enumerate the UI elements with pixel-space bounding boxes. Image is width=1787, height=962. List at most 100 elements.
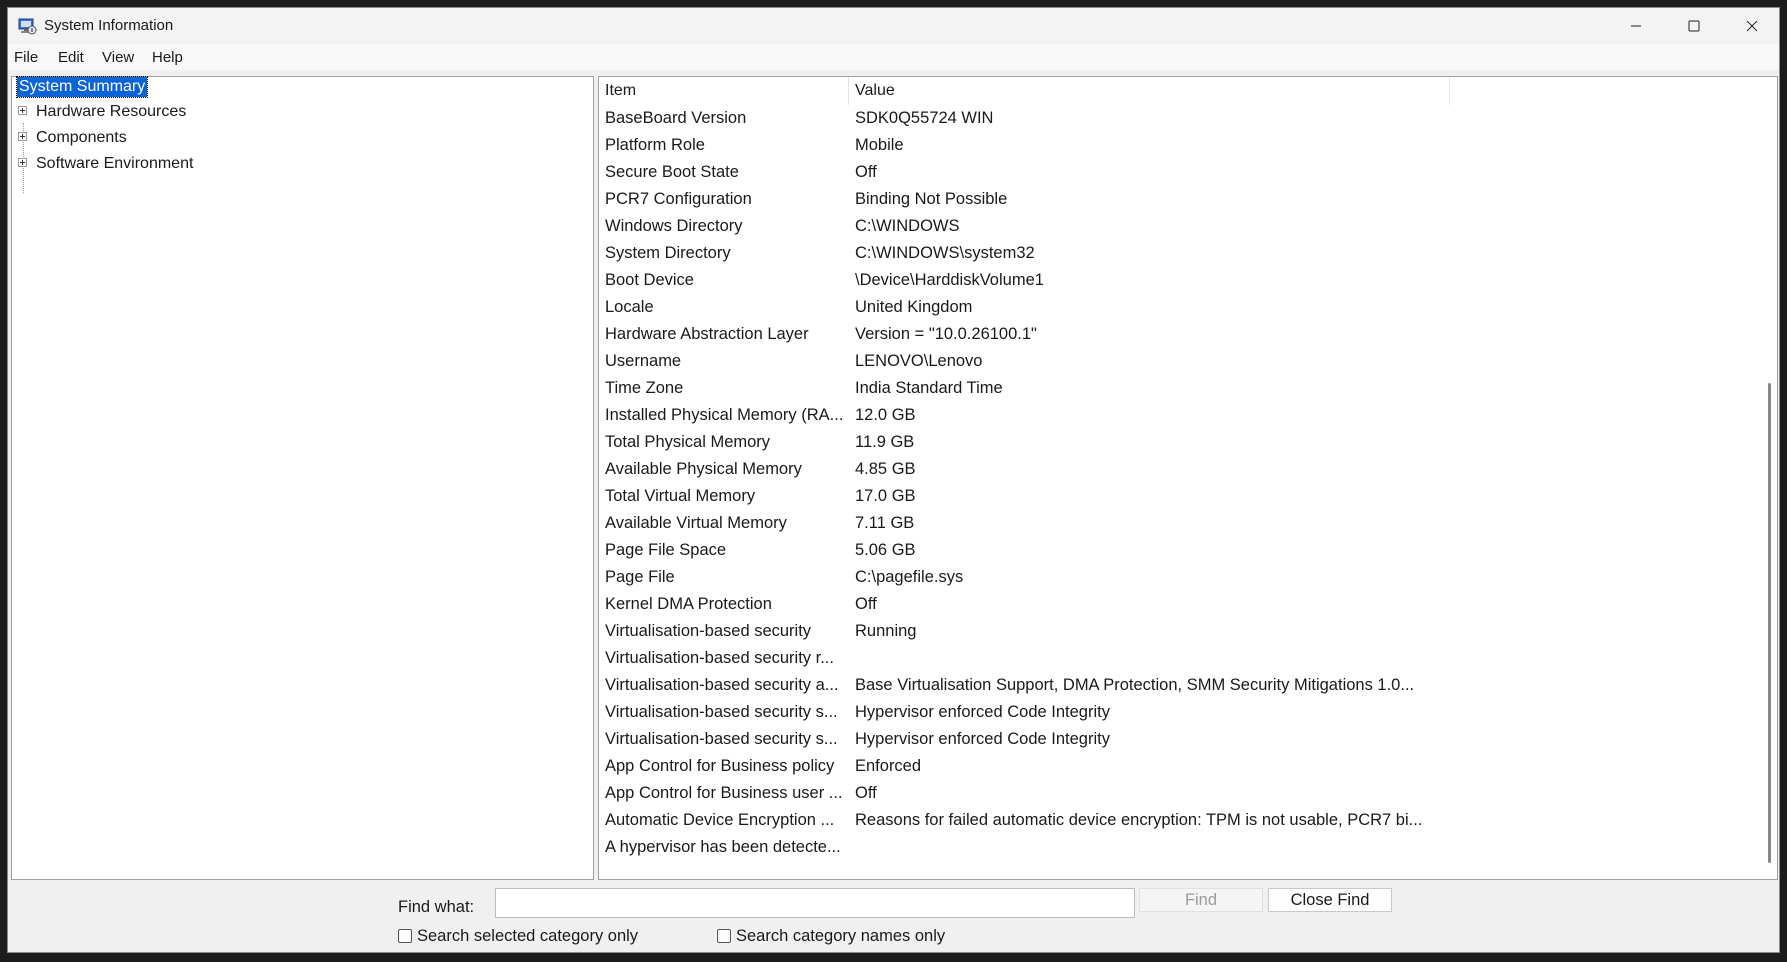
- cell-value: Hypervisor enforced Code Integrity: [855, 703, 1110, 721]
- system-information-window: System Information File Edit View Help S…: [7, 7, 1780, 953]
- tree-item-label: Software Environment: [36, 155, 194, 172]
- search-selected-category-checkbox[interactable]: Search selected category only: [398, 926, 648, 948]
- cell-item: Virtualisation-based security: [605, 622, 812, 640]
- find-what-input[interactable]: [495, 888, 1135, 918]
- vertical-scrollbar[interactable]: [1761, 77, 1777, 879]
- minimize-button[interactable]: [1607, 8, 1665, 44]
- cell-item: Virtualisation-based security a...: [605, 676, 839, 694]
- cell-value: LENOVO\Lenovo: [855, 352, 983, 370]
- cell-item: Boot Device: [605, 271, 694, 289]
- list-row[interactable]: Kernel DMA Protection Off: [599, 591, 1757, 618]
- list-row[interactable]: Locale United Kingdom: [599, 294, 1757, 321]
- list-row[interactable]: Available Virtual Memory 7.11 GB: [599, 510, 1757, 537]
- list-row[interactable]: Virtualisation-based security a... Base V…: [599, 672, 1757, 699]
- cell-item: Platform Role: [605, 136, 705, 154]
- list-row[interactable]: Platform Role Mobile: [599, 132, 1757, 159]
- column-divider[interactable]: [848, 77, 849, 105]
- list-row[interactable]: BaseBoard Version SDK0Q55724 WIN: [599, 105, 1757, 132]
- close-icon: [1746, 20, 1758, 32]
- cell-item: Time Zone: [605, 379, 684, 397]
- cell-item: App Control for Business policy: [605, 757, 835, 775]
- cell-value: Off: [855, 784, 877, 802]
- cell-value: Reasons for failed automatic device encr…: [855, 811, 1423, 829]
- list-row[interactable]: Virtualisation-based security s... Hyperv…: [599, 699, 1757, 726]
- minimize-icon: [1631, 25, 1641, 27]
- list-row[interactable]: Username LENOVO\Lenovo: [599, 348, 1757, 375]
- checkbox-label: Search category names only: [736, 927, 946, 945]
- cell-item: Virtualisation-based security s...: [605, 703, 838, 721]
- category-tree[interactable]: System Summary Hardware Resources Compon…: [11, 76, 594, 880]
- checkbox-box[interactable]: [398, 929, 412, 943]
- list-row[interactable]: Virtualisation-based security r...: [599, 645, 1757, 672]
- cell-value: Version = "10.0.26100.1": [855, 325, 1037, 343]
- window-title: System Information: [44, 17, 174, 34]
- list-row[interactable]: Windows Directory C:\WINDOWS: [599, 213, 1757, 240]
- list-row[interactable]: System Directory C:\WINDOWS\system32: [599, 240, 1757, 267]
- cell-value: Off: [855, 163, 877, 181]
- cell-value: Enforced: [855, 757, 922, 775]
- column-header-value[interactable]: Value: [855, 82, 895, 100]
- checkbox-box[interactable]: [717, 929, 731, 943]
- maximize-icon: [1688, 20, 1700, 32]
- expand-plus-icon[interactable]: [18, 158, 27, 167]
- list-row[interactable]: PCR7 Configuration Binding Not Possible: [599, 186, 1757, 213]
- list-row[interactable]: Hardware Abstraction Layer Version = "10.…: [599, 321, 1757, 348]
- menu-bar: File Edit View Help: [8, 44, 1779, 70]
- cell-item: Windows Directory: [605, 217, 743, 235]
- cell-item: Locale: [605, 298, 654, 316]
- cell-value: Binding Not Possible: [855, 190, 1008, 208]
- list-row[interactable]: Secure Boot State Off: [599, 159, 1757, 186]
- tree-item-hardware-resources[interactable]: Hardware Resources: [12, 101, 252, 123]
- list-row[interactable]: A hypervisor has been detecte...: [599, 834, 1757, 861]
- system-information-app-icon: [18, 18, 37, 35]
- close-find-button[interactable]: Close Find: [1268, 888, 1392, 912]
- tree-item-software-environment[interactable]: Software Environment: [12, 153, 252, 175]
- list-row[interactable]: Boot Device \Device\HarddiskVolume1: [599, 267, 1757, 294]
- cell-value: SDK0Q55724 WIN: [855, 109, 994, 127]
- details-list-view[interactable]: Item Value BaseBoard Version SDK0Q55724 W…: [598, 76, 1778, 880]
- cell-value: Base Virtualisation Support, DMA Protect…: [855, 676, 1415, 694]
- cell-item: Kernel DMA Protection: [605, 595, 772, 613]
- list-row[interactable]: Available Physical Memory 4.85 GB: [599, 456, 1757, 483]
- expand-plus-icon[interactable]: [18, 132, 27, 141]
- tree-item-components[interactable]: Components: [12, 127, 252, 149]
- maximize-button[interactable]: [1665, 8, 1723, 44]
- scrollbar-thumb[interactable]: [1768, 383, 1771, 863]
- cell-value: Hypervisor enforced Code Integrity: [855, 730, 1110, 748]
- list-row[interactable]: Installed Physical Memory (RA... 12.0 GB: [599, 402, 1757, 429]
- cell-item: System Directory: [605, 244, 731, 262]
- menu-file[interactable]: File: [14, 49, 38, 66]
- find-button[interactable]: Find: [1139, 888, 1263, 912]
- cell-value: C:\WINDOWS\system32: [855, 244, 1035, 262]
- list-row[interactable]: Page File C:\pagefile.sys: [599, 564, 1757, 591]
- cell-item: Available Physical Memory: [605, 460, 802, 478]
- list-row[interactable]: Automatic Device Encryption ... Reasons f…: [599, 807, 1757, 834]
- list-row[interactable]: Total Physical Memory 11.9 GB: [599, 429, 1757, 456]
- list-row[interactable]: Virtualisation-based security s... Hyperv…: [599, 726, 1757, 753]
- list-body: BaseBoard Version SDK0Q55724 WIN Platform …: [599, 105, 1757, 879]
- column-header-item[interactable]: Item: [605, 82, 636, 100]
- list-row[interactable]: App Control for Business policy Enforced: [599, 753, 1757, 780]
- cell-item: Automatic Device Encryption ...: [605, 811, 835, 829]
- cell-value: 7.11 GB: [855, 514, 915, 532]
- list-row[interactable]: App Control for Business user ... Off: [599, 780, 1757, 807]
- tree-item-system-summary[interactable]: System Summary: [12, 76, 212, 99]
- list-row[interactable]: Total Virtual Memory 17.0 GB: [599, 483, 1757, 510]
- cell-value: Mobile: [855, 136, 904, 154]
- search-category-names-checkbox[interactable]: Search category names only: [717, 926, 967, 948]
- tree-item-label: System Summary: [15, 76, 149, 98]
- column-divider[interactable]: [1449, 77, 1450, 105]
- menu-edit[interactable]: Edit: [58, 49, 84, 66]
- menu-help[interactable]: Help: [152, 49, 183, 66]
- list-row[interactable]: Time Zone India Standard Time: [599, 375, 1757, 402]
- cell-item: Secure Boot State: [605, 163, 739, 181]
- menu-view[interactable]: View: [102, 49, 134, 66]
- cell-value: C:\WINDOWS: [855, 217, 960, 235]
- title-bar[interactable]: System Information: [8, 8, 1779, 44]
- list-header: Item Value: [599, 77, 1757, 105]
- list-row[interactable]: Page File Space 5.06 GB: [599, 537, 1757, 564]
- close-window-button[interactable]: [1723, 8, 1779, 44]
- list-row[interactable]: Virtualisation-based security Running: [599, 618, 1757, 645]
- cell-value: 11.9 GB: [855, 433, 915, 451]
- expand-plus-icon[interactable]: [18, 106, 27, 115]
